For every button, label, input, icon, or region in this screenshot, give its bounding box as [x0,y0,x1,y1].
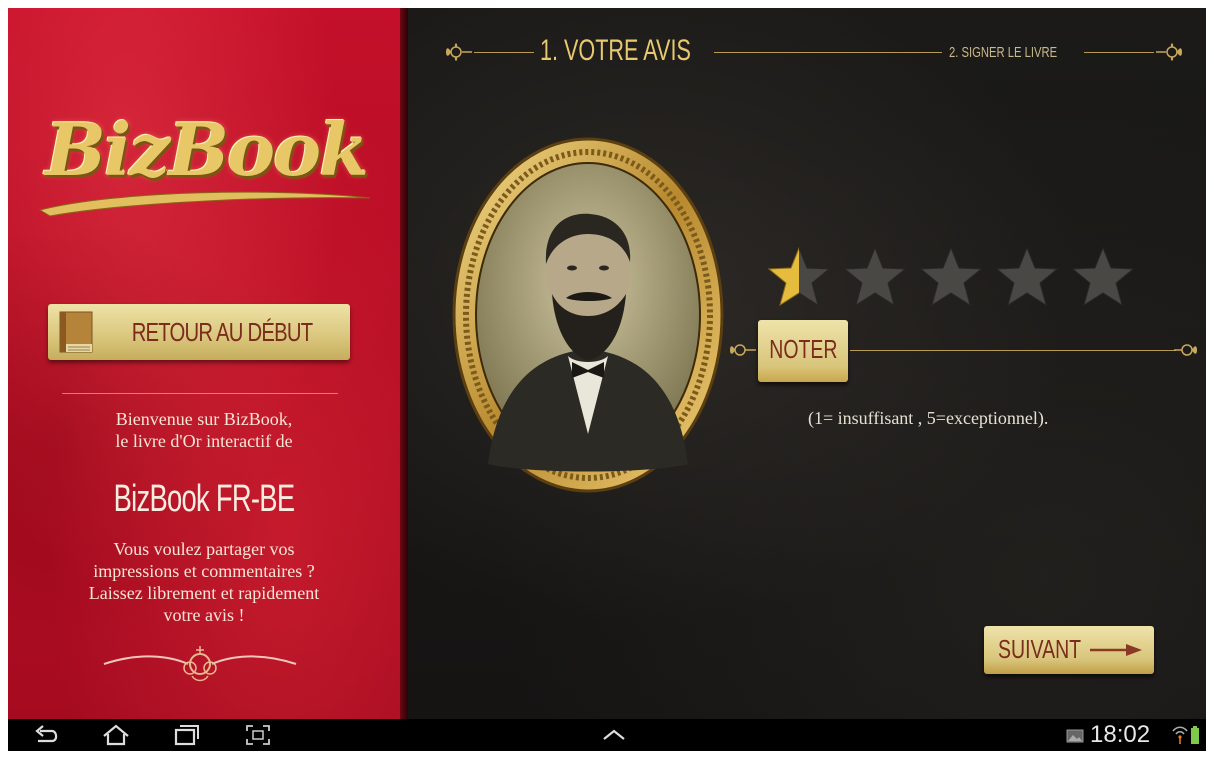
arrow-right-icon [1090,644,1142,656]
logo-swoosh [38,191,371,217]
back-button-label: RETOUR AU DÉBUT [131,317,313,347]
main-panel: 1. VOTRE AVIS 2. SIGNER LE LIVRE NOTER (… [408,8,1206,719]
submit-rating-button[interactable]: NOTER [758,320,848,382]
portrait-frame-image [452,137,724,493]
battery-icon [1191,726,1199,744]
step1-label: 1. VOTRE AVIS [540,34,691,67]
back-icon[interactable] [30,723,62,747]
fleuron-left-icon [730,344,756,356]
sidebar-divider [62,393,338,394]
gallery-notification-icon[interactable] [1066,729,1084,743]
back-to-start-button[interactable]: RETOUR AU DÉBUT [48,304,350,360]
rating-row-line [850,350,1176,351]
left-fleuron-icon [446,43,472,61]
android-system-bar: 18:02 [8,719,1206,751]
step-progress-header: 1. VOTRE AVIS 2. SIGNER LE LIVRE [444,34,1184,68]
flourish-ornament-icon [103,646,297,682]
invite-text-line2: impressions et commentaires ? [93,561,315,581]
book-icon [59,311,93,353]
recent-apps-icon[interactable] [170,723,202,747]
invite-text-line3: Laissez librement et rapidement [88,583,320,603]
invite-text-line4: votre avis ! [163,605,245,625]
book-name: BizBook FR-BE [113,478,295,520]
rating-star-icon[interactable] [1072,246,1134,308]
fleuron-right-icon [1174,344,1197,356]
sidebar: BizBook RETOUR AU DÉBUT Bienvenue sur Bi… [8,8,400,719]
rating-stars[interactable] [768,246,1138,308]
next-button[interactable]: SUIVANT [984,626,1154,674]
right-fleuron-icon [1156,43,1182,61]
app-screen: BizBook RETOUR AU DÉBUT Bienvenue sur Bi… [8,8,1206,751]
wifi-icon [1172,726,1188,744]
bizbook-logo: BizBook [30,100,380,220]
clock: 18:02 [1090,721,1151,748]
rating-star-icon[interactable] [844,246,906,308]
welcome-text-line1: Bienvenue sur BizBook, [115,409,293,429]
rating-scale-hint: (1= insuffisant , 5=exceptionnel). [808,408,1049,428]
header-line-middle [714,52,942,53]
up-chevron-icon[interactable] [598,723,630,747]
submit-rating-label: NOTER [769,334,838,364]
header-line-right [1084,52,1154,53]
rating-star-icon[interactable] [996,246,1058,308]
rating-star-icon[interactable] [768,246,830,308]
welcome-text-line2: le livre d'Or interactif de [115,431,293,451]
step2-label[interactable]: 2. SIGNER LE LIVRE [949,44,1057,64]
rating-star-icon[interactable] [920,246,982,308]
sidebar-shadow-edge [400,8,408,719]
rating-submit-row: NOTER [728,320,1198,382]
next-button-label: SUIVANT [998,634,1082,664]
header-line-left [474,52,534,53]
invite-text-line1: Vous voulez partager vos [113,539,295,559]
home-icon[interactable] [100,723,132,747]
screenshot-icon[interactable] [242,723,274,747]
